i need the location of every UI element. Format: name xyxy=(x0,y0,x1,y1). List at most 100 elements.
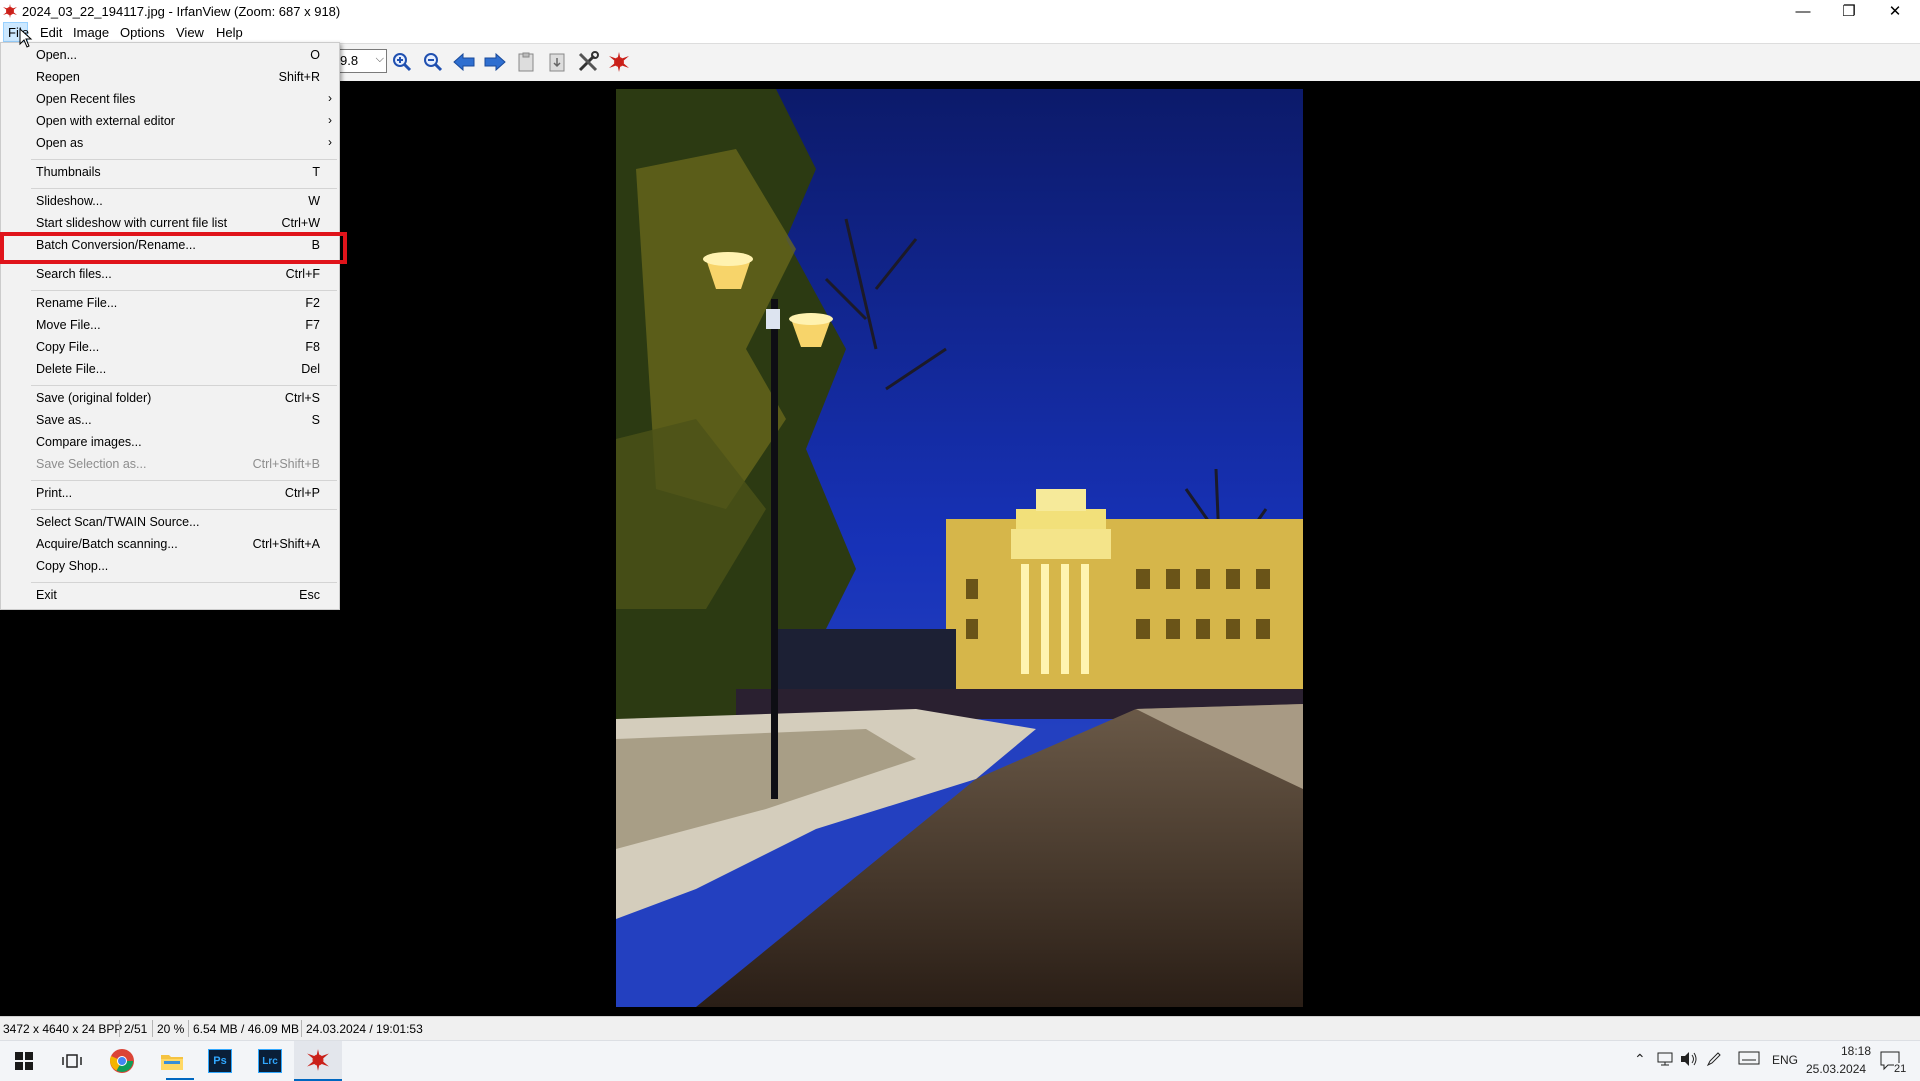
keyboard-icon[interactable] xyxy=(1738,1051,1760,1068)
menu-item-thumbnails[interactable]: Thumbnails T xyxy=(2,161,338,183)
taskbar-file-explorer[interactable] xyxy=(148,1041,196,1081)
menu-item-shortcut: Shift+R xyxy=(278,70,320,84)
previous-image-button[interactable] xyxy=(452,50,476,74)
chevron-down-icon: ⌵ xyxy=(375,53,384,65)
zoom-value: 9.8 xyxy=(340,53,359,68)
chrome-icon xyxy=(110,1049,134,1073)
menu-item-open-external-editor[interactable]: Open with external editor › xyxy=(2,110,338,132)
menu-item-reopen[interactable]: Reopen Shift+R xyxy=(2,66,338,88)
menu-separator xyxy=(31,582,337,583)
menu-item-shortcut: Ctrl+S xyxy=(284,391,320,405)
menu-item-open[interactable]: Open... O xyxy=(2,44,338,66)
show-hidden-icons-chevron[interactable]: ⌃ xyxy=(1634,1051,1646,1068)
task-view-button[interactable] xyxy=(48,1041,96,1081)
status-zoom: 20 % xyxy=(157,1022,185,1036)
start-button[interactable] xyxy=(0,1041,48,1081)
network-icon[interactable] xyxy=(1656,1051,1674,1070)
menu-item-label: Search files... xyxy=(36,267,112,281)
taskbar-photoshop[interactable]: Ps xyxy=(196,1041,244,1081)
menu-item-slideshow[interactable]: Slideshow... W xyxy=(2,190,338,212)
menu-item-label: Save (original folder) xyxy=(36,391,152,405)
clock-time[interactable]: 18:18 xyxy=(1826,1044,1886,1058)
photoshop-icon: Ps xyxy=(208,1049,232,1073)
minimize-button[interactable]: — xyxy=(1780,0,1826,22)
language-indicator[interactable]: ENG xyxy=(1772,1053,1798,1067)
menu-item-copy-file[interactable]: Copy File... F8 xyxy=(2,336,338,358)
taskbar-lightroom[interactable]: Lrc xyxy=(246,1041,294,1081)
window-title: 2024_03_22_194117.jpg - IrfanView (Zoom:… xyxy=(22,4,341,19)
menu-item-compare-images[interactable]: Compare images... xyxy=(2,431,338,453)
menu-separator xyxy=(31,159,337,160)
menu-item-shortcut: Esc xyxy=(299,588,320,602)
menu-item-shortcut: T xyxy=(312,165,320,179)
menu-item-rename-file[interactable]: Rename File... F2 xyxy=(2,292,338,314)
menu-bar: File Edit Image Options View Help xyxy=(0,22,1920,42)
about-irfanview-button[interactable] xyxy=(607,50,631,74)
submenu-arrow-icon: › xyxy=(328,135,332,149)
zoom-out-button[interactable] xyxy=(421,50,445,74)
menu-item-move-file[interactable]: Move File... F7 xyxy=(2,314,338,336)
menu-item-save-original-folder[interactable]: Save (original folder) Ctrl+S xyxy=(2,387,338,409)
menu-item-copy-shop[interactable]: Copy Shop... xyxy=(2,555,338,577)
menu-item-select-scan-source[interactable]: Select Scan/TWAIN Source... xyxy=(2,511,338,533)
clock-date[interactable]: 25.03.2024 xyxy=(1806,1062,1866,1076)
menu-item-shortcut: S xyxy=(311,413,320,427)
copy-button[interactable] xyxy=(514,50,538,74)
copy-icon xyxy=(518,52,534,72)
menu-view[interactable]: View xyxy=(176,25,204,40)
taskbar-chrome[interactable] xyxy=(98,1041,146,1081)
menu-item-label: Compare images... xyxy=(36,435,142,449)
irfanview-icon xyxy=(307,1049,329,1071)
menu-item-label: Thumbnails xyxy=(36,165,101,179)
file-explorer-icon xyxy=(161,1055,183,1070)
menu-item-label: Open as xyxy=(36,136,84,150)
menu-separator xyxy=(31,290,337,291)
volume-icon[interactable] xyxy=(1680,1051,1698,1070)
photoshop-label: Ps xyxy=(213,1055,227,1067)
menu-item-label: Reopen xyxy=(36,70,80,84)
menu-item-label: Select Scan/TWAIN Source... xyxy=(36,515,200,529)
menu-item-start-slideshow-list[interactable]: Start slideshow with current file list Ct… xyxy=(2,212,338,234)
status-separator xyxy=(301,1020,302,1037)
menu-item-label: Slideshow... xyxy=(36,194,103,208)
menu-item-search-files[interactable]: Search files... Ctrl+F xyxy=(2,263,338,285)
menu-image[interactable]: Image xyxy=(73,25,109,40)
menu-item-acquire-batch-scanning[interactable]: Acquire/Batch scanning... Ctrl+Shift+A xyxy=(2,533,338,555)
menu-item-open-as[interactable]: Open as › xyxy=(2,132,338,154)
lightroom-classic-icon: Lrc xyxy=(258,1049,282,1073)
menu-item-delete-file[interactable]: Delete File... Del xyxy=(2,358,338,380)
menu-item-save-as[interactable]: Save as... S xyxy=(2,409,338,431)
menu-options[interactable]: Options xyxy=(120,25,165,40)
menu-item-label: Acquire/Batch scanning... xyxy=(36,537,178,551)
next-image-button[interactable] xyxy=(483,50,507,74)
status-separator xyxy=(119,1020,120,1037)
menu-item-print[interactable]: Print... Ctrl+P xyxy=(2,482,338,504)
lightroom-label: Lrc xyxy=(262,1055,278,1067)
menu-item-label: Delete File... xyxy=(36,362,107,376)
taskbar-irfanview[interactable] xyxy=(294,1041,342,1081)
displayed-photo xyxy=(616,89,1303,1007)
menu-item-exit[interactable]: Exit Esc xyxy=(2,584,338,606)
minimize-icon: — xyxy=(1795,2,1811,20)
close-button[interactable]: ✕ xyxy=(1872,0,1918,22)
zoom-combobox[interactable]: 9.8 ⌵ xyxy=(337,49,387,73)
zoom-in-icon xyxy=(393,53,412,72)
settings-icon xyxy=(578,51,599,72)
menu-separator xyxy=(31,509,337,510)
pen-icon[interactable] xyxy=(1706,1051,1722,1070)
status-dimensions: 3472 x 4640 x 24 BPP xyxy=(3,1022,123,1036)
menu-help[interactable]: Help xyxy=(216,25,243,40)
menu-item-label: Open... xyxy=(36,48,77,62)
settings-button[interactable] xyxy=(576,50,600,74)
menu-separator xyxy=(31,385,337,386)
status-position: 2/51 xyxy=(124,1022,148,1036)
menu-item-save-selection-as: Save Selection as... Ctrl+Shift+B xyxy=(2,453,338,475)
maximize-button[interactable]: ❐ xyxy=(1826,0,1872,22)
paste-button[interactable] xyxy=(545,50,569,74)
menu-item-open-recent[interactable]: Open Recent files › xyxy=(2,88,338,110)
menu-item-label: Save as... xyxy=(36,413,92,427)
menu-edit[interactable]: Edit xyxy=(40,25,62,40)
irfanview-app-icon[interactable] xyxy=(2,3,18,19)
zoom-in-button[interactable] xyxy=(390,50,414,74)
menu-item-label: Start slideshow with current file list xyxy=(36,216,228,230)
